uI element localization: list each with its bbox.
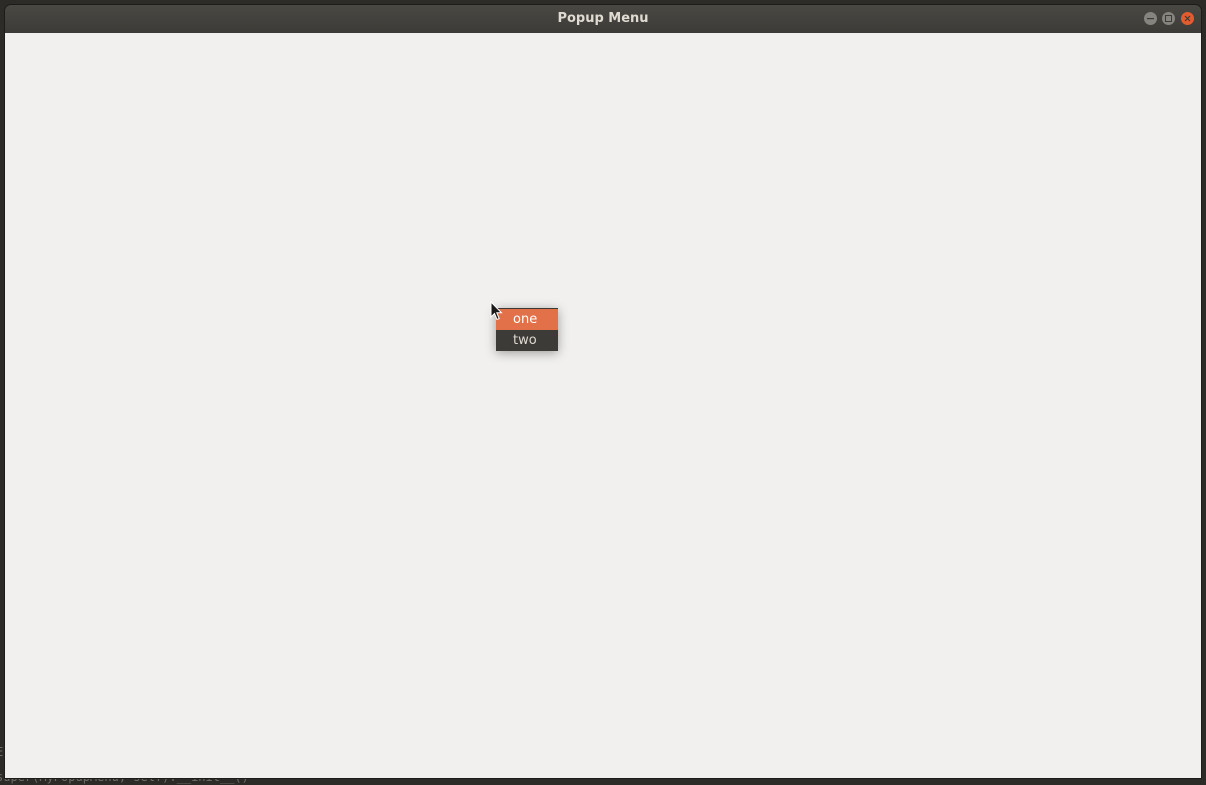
close-button[interactable] (1181, 12, 1194, 25)
close-icon (1184, 15, 1191, 22)
minimize-button[interactable] (1144, 12, 1157, 25)
desktop: E super(MyPopupMenu, self).__init__() Po… (0, 0, 1206, 785)
terminal-line: E (0, 745, 3, 759)
maximize-icon (1165, 15, 1172, 22)
window-titlebar[interactable]: Popup Menu (5, 5, 1201, 33)
popup-menu: one two (496, 308, 558, 351)
maximize-button[interactable] (1162, 12, 1175, 25)
menu-item-one[interactable]: one (496, 309, 558, 330)
app-window: Popup Menu one two (5, 5, 1201, 778)
window-content[interactable]: one two (5, 33, 1201, 778)
window-title: Popup Menu (557, 11, 649, 26)
minimize-icon (1147, 15, 1154, 22)
menu-item-two[interactable]: two (496, 330, 558, 351)
